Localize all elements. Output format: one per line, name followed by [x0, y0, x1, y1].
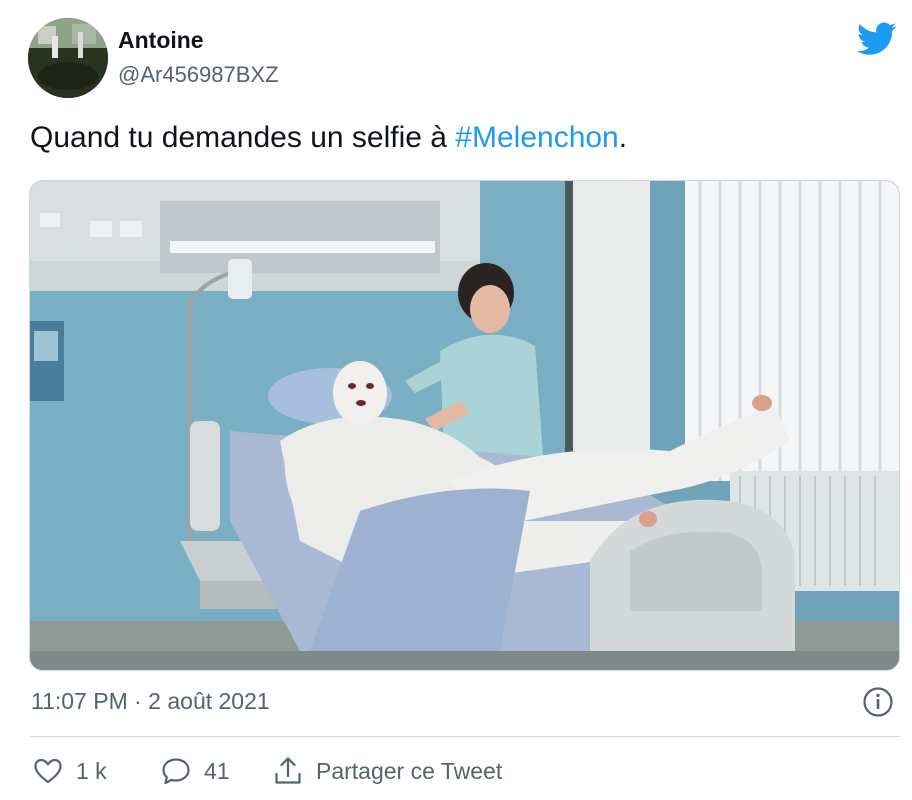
- heart-icon: [34, 758, 62, 784]
- tweet-text: Quand tu demandes un selfie à #Melenchon…: [30, 121, 627, 155]
- like-count: 1 k: [76, 757, 107, 784]
- tweet-text-end: .: [618, 121, 628, 154]
- user-handle[interactable]: @Ar456987BXZ: [118, 62, 279, 88]
- reply-count: 41: [204, 757, 230, 784]
- share-label: Partager ce Tweet: [316, 757, 503, 784]
- share-upload-icon: [275, 757, 301, 784]
- like-button[interactable]: 1 k: [32, 752, 107, 790]
- display-name[interactable]: Antoine: [118, 27, 204, 54]
- twitter-bird-icon[interactable]: [857, 22, 897, 56]
- tweet-card: Antoine @Ar456987BXZ Quand tu demandes u…: [0, 0, 912, 800]
- divider: [30, 736, 900, 737]
- info-icon[interactable]: [862, 686, 894, 718]
- tweet-timestamp[interactable]: 11:07 PM · 2 août 2021: [31, 688, 270, 715]
- hashtag-link[interactable]: #Melenchon: [455, 121, 618, 154]
- share-button[interactable]: Partager ce Tweet: [272, 752, 502, 790]
- tweet-text-body: Quand tu demandes un selfie à: [30, 121, 456, 154]
- avatar[interactable]: [28, 18, 108, 98]
- reply-button[interactable]: 41: [160, 752, 230, 790]
- reply-bubble-icon: [162, 758, 190, 785]
- tweet-media-image[interactable]: [29, 180, 900, 671]
